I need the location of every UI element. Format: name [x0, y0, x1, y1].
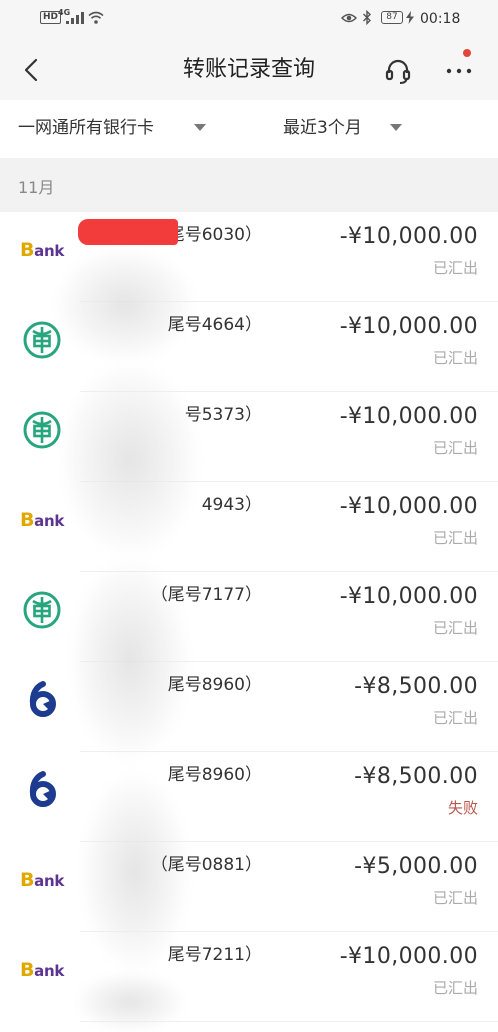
more-dots-icon[interactable] — [446, 68, 474, 74]
bank-logo-icon: Bank — [20, 228, 64, 272]
page-title: 转账记录查询 — [182, 57, 315, 82]
abc-bank-logo-icon — [20, 318, 64, 362]
record-payee: 尾号7211） — [167, 945, 262, 965]
transfer-record[interactable]: 尾号8960） -¥8,500.00 失败 — [0, 752, 498, 842]
bluetooth-icon — [363, 10, 371, 25]
record-status: 已汇出 — [432, 259, 478, 277]
record-status: 已汇出 — [432, 619, 478, 637]
record-amount: -¥10,000.00 — [339, 494, 478, 519]
record-status: 已汇出 — [432, 439, 478, 457]
record-status: 已汇出 — [432, 709, 478, 727]
redaction-scribble — [60, 362, 200, 557]
redaction-block — [78, 219, 178, 245]
filter-bar: 一网通所有银行卡 最近3个月 — [0, 100, 498, 158]
record-payee: （尾号0881） — [150, 855, 262, 875]
period-filter-caret-icon[interactable] — [390, 124, 402, 131]
abc-bank-logo-icon — [20, 408, 64, 452]
app-header: 转账记录查询 — [0, 38, 498, 100]
period-filter-dropdown[interactable]: 最近3个月 — [283, 114, 362, 142]
bank-logo-text: Bank — [19, 509, 65, 531]
record-amount: -¥10,000.00 — [339, 404, 478, 429]
navy-bank-logo-icon — [20, 768, 64, 812]
record-payee: 尾号4664） — [167, 315, 262, 335]
transfer-record-list: Bank 尾号6030） -¥10,000.00 已汇出 尾号4664） -¥10,000… — [0, 212, 498, 1032]
signal-icon — [66, 12, 84, 24]
month-section-header: 11月 — [0, 158, 498, 212]
record-amount: -¥10,000.00 — [339, 224, 478, 249]
charging-icon — [406, 11, 414, 24]
record-payee: 4943） — [201, 495, 262, 515]
record-amount: -¥10,000.00 — [339, 314, 478, 339]
redaction-scribble — [75, 972, 185, 1032]
record-status: 已汇出 — [432, 529, 478, 547]
record-amount: -¥5,000.00 — [354, 854, 478, 879]
record-payee: （尾号7177） — [150, 585, 262, 605]
record-amount: -¥8,500.00 — [354, 674, 478, 699]
redaction-scribble — [55, 247, 195, 362]
bank-logo-icon: Bank — [20, 948, 64, 992]
wifi-icon — [88, 11, 104, 24]
headset-icon[interactable] — [384, 57, 412, 85]
record-amount: -¥8,500.00 — [354, 764, 478, 789]
card-filter-caret-icon[interactable] — [194, 124, 206, 131]
navy-bank-logo-icon — [20, 678, 64, 722]
bank-logo-icon: Bank — [20, 858, 64, 902]
record-status: 失败 — [447, 799, 478, 817]
card-filter-dropdown[interactable]: 一网通所有银行卡 — [18, 114, 154, 142]
bank-logo-text: Bank — [19, 959, 65, 981]
bank-logo-icon: Bank — [20, 498, 64, 542]
bank-logo-text: Bank — [19, 869, 65, 891]
status-bar: HD 4G 87 00:18 — [0, 0, 498, 38]
abc-bank-logo-icon — [20, 588, 64, 632]
record-payee: 尾号8960） — [167, 675, 262, 695]
record-status: 已汇出 — [432, 349, 478, 367]
bank-logo-text: Bank — [19, 239, 65, 261]
eye-icon — [341, 13, 357, 23]
record-amount: -¥10,000.00 — [339, 944, 478, 969]
record-amount: -¥10,000.00 — [339, 584, 478, 609]
record-status: 已汇出 — [432, 889, 478, 907]
month-label: 11月 — [18, 178, 55, 197]
notification-dot — [463, 49, 471, 57]
clock: 00:18 — [420, 11, 461, 27]
record-payee: 号5373） — [184, 405, 262, 425]
record-payee: 尾号8960） — [167, 765, 262, 785]
battery-icon: 87 — [381, 11, 403, 24]
transfer-record[interactable]: Bank （尾号0881） -¥5,000.00 已汇出 — [0, 842, 498, 932]
